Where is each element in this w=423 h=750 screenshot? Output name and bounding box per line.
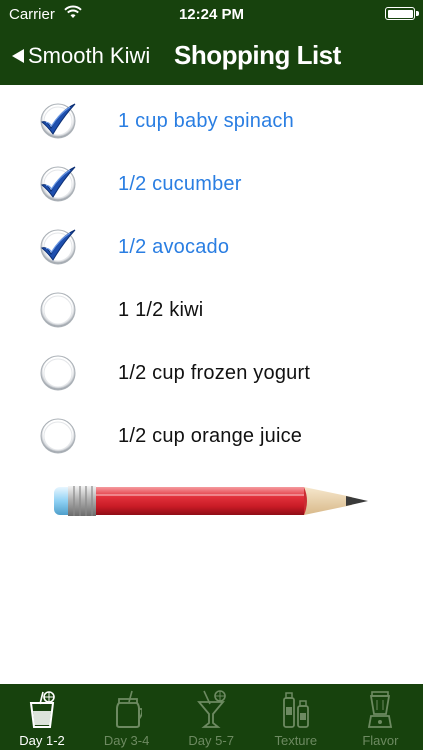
list-item[interactable]: 1/2 avocado (0, 216, 423, 279)
list-item[interactable]: 1/2 cup frozen yogurt (0, 342, 423, 405)
tab-day-5-7[interactable]: Day 5-7 (169, 684, 253, 750)
page-title: Shopping List (174, 40, 341, 70)
bottles-icon (282, 692, 309, 728)
checked-checkbox-icon[interactable] (38, 101, 78, 141)
unchecked-checkbox-icon[interactable] (38, 290, 78, 330)
unchecked-checkbox-icon[interactable] (38, 416, 78, 456)
nav-bar: Smooth Kiwi Shopping List (0, 28, 423, 85)
tab-label: Day 5-7 (188, 733, 234, 748)
list-item[interactable]: 1 cup baby spinach (0, 90, 423, 153)
list-item[interactable]: 1/2 cucumber (0, 153, 423, 216)
cocktail-glass-icon (197, 690, 226, 728)
battery-icon (385, 7, 419, 20)
glass-with-lime-icon (29, 691, 55, 728)
pencil-icon (54, 486, 368, 516)
header: Carrier 12:24 PM Smooth Kiwi Shopping Li… (0, 0, 423, 85)
tab-day-1-2[interactable]: Day 1-2 (0, 684, 84, 750)
checked-checkbox-icon[interactable] (38, 227, 78, 267)
back-button[interactable]: Smooth Kiwi (12, 43, 150, 69)
blender-icon (368, 691, 393, 728)
unchecked-checkbox-icon[interactable] (38, 353, 78, 393)
tab-label: Flavor (362, 733, 399, 748)
tab-label: Day 3-4 (103, 733, 150, 748)
list-item[interactable]: 1/2 cup orange juice (0, 405, 423, 468)
list-item-label: 1/2 cup frozen yogurt (118, 362, 311, 384)
back-button-label: Smooth Kiwi (28, 43, 151, 68)
tab-bar: Day 1-2 Day 3-4 Day 5-7 Texture Flavor (0, 684, 423, 750)
status-bar: Carrier 12:24 PM (0, 0, 423, 28)
list-item-label: 1 1/2 kiwi (118, 299, 204, 321)
back-arrow-icon (12, 49, 24, 63)
list-item-label: 1/2 cup orange juice (118, 425, 303, 447)
tab-label: Texture (274, 733, 318, 748)
list-item-label: 1/2 avocado (118, 236, 230, 258)
mason-jar-icon (115, 690, 142, 728)
tab-flavor[interactable]: Flavor (338, 684, 422, 750)
status-time: 12:24 PM (178, 6, 245, 23)
list-item-label: 1 cup baby spinach (118, 110, 294, 132)
checked-checkbox-icon[interactable] (38, 164, 78, 204)
list-item[interactable]: 1 1/2 kiwi (0, 279, 423, 342)
tab-day-3-4[interactable]: Day 3-4 (85, 684, 169, 750)
tab-label: Day 1-2 (19, 733, 65, 748)
tab-texture[interactable]: Texture (254, 684, 338, 750)
list-item-label: 1/2 cucumber (118, 173, 242, 195)
